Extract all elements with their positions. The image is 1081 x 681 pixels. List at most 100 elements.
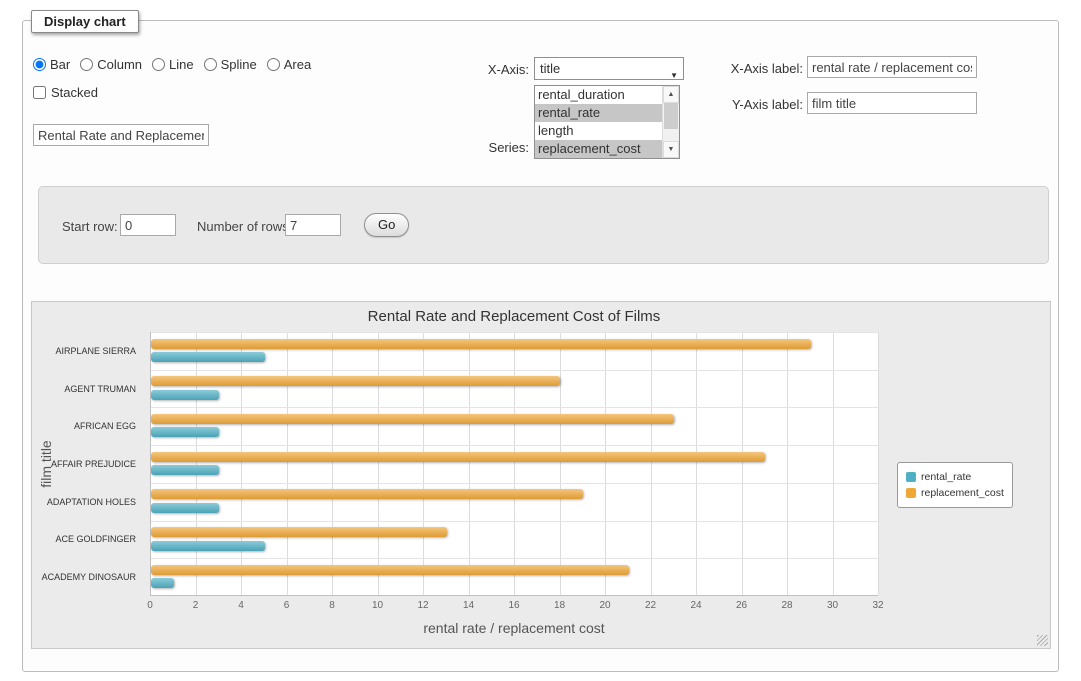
bar-rental_rate — [151, 541, 265, 551]
x-tick-label: 18 — [554, 600, 565, 611]
y-category-label: ACADEMY DINOSAUR — [42, 572, 136, 582]
legend-item-rental_rate[interactable]: rental_rate — [906, 469, 1004, 485]
chart-legend: rental_rate replacement_cost — [897, 462, 1013, 508]
legend-label: replacement_cost — [921, 487, 1004, 499]
scroll-thumb[interactable] — [664, 103, 678, 129]
xaxis-select[interactable]: title ▼ — [534, 57, 684, 80]
gridline — [287, 332, 288, 595]
chart-type-radio-column[interactable]: Column — [80, 57, 142, 72]
gridline — [651, 332, 652, 595]
x-tick-label: 4 — [238, 600, 244, 611]
bar-rental_rate — [151, 427, 219, 437]
bar-rental_rate — [151, 578, 174, 588]
gridline — [196, 332, 197, 595]
x-tick-label: 30 — [827, 600, 838, 611]
bar-replacement_cost — [151, 339, 811, 349]
x-tick-label: 6 — [284, 600, 290, 611]
radio-bar[interactable] — [33, 58, 46, 71]
gridline — [560, 332, 561, 595]
gridline — [378, 332, 379, 595]
radio-spline[interactable] — [204, 58, 217, 71]
x-tick-label: 12 — [417, 600, 428, 611]
bar-replacement_cost — [151, 414, 674, 424]
xaxis-select-label: X-Axis: — [463, 62, 529, 77]
scroll-up-icon[interactable]: ▲ — [663, 86, 679, 103]
scroll-down-icon[interactable]: ▼ — [663, 141, 679, 158]
radio-area[interactable] — [267, 58, 280, 71]
gridline — [742, 332, 743, 595]
x-tick-label: 28 — [781, 600, 792, 611]
category-gridline — [151, 332, 878, 333]
x-tick-label: 10 — [372, 600, 383, 611]
y-category-label: AFRICAN EGG — [74, 421, 136, 431]
row-controls-panel: Start row: Number of rows: Go — [38, 186, 1049, 264]
series-options: rental_durationrental_ratelengthreplacem… — [535, 86, 679, 158]
x-tick-label: 20 — [599, 600, 610, 611]
chart-type-radio-area[interactable]: Area — [267, 57, 311, 72]
xaxis-caption-label: X-Axis label: — [715, 61, 803, 76]
series-option-rental_duration[interactable]: rental_duration — [535, 86, 662, 104]
chart-type-radio-group: Bar Column Line Spline Area — [33, 57, 311, 72]
category-gridline — [151, 483, 878, 484]
gridline — [469, 332, 470, 595]
start-row-label: Start row: — [62, 219, 118, 234]
radio-label: Area — [284, 57, 311, 72]
x-tick-label: 26 — [736, 600, 747, 611]
chart-type-radio-bar[interactable]: Bar — [33, 57, 70, 72]
dropdown-arrow-icon: ▼ — [670, 65, 678, 86]
stacked-checkbox-row[interactable]: Stacked — [33, 85, 98, 100]
bar-replacement_cost — [151, 565, 629, 575]
x-tick-label: 8 — [329, 600, 335, 611]
start-row-input[interactable] — [120, 214, 176, 236]
gridline — [605, 332, 606, 595]
category-gridline — [151, 445, 878, 446]
x-tick-label: 22 — [645, 600, 656, 611]
xaxis-caption-input[interactable] — [807, 56, 977, 78]
radio-label: Bar — [50, 57, 70, 72]
num-rows-label: Number of rows: — [197, 219, 292, 234]
bar-rental_rate — [151, 390, 219, 400]
bar-replacement_cost — [151, 376, 560, 386]
resize-handle-icon[interactable] — [1037, 635, 1048, 646]
chart-type-radio-line[interactable]: Line — [152, 57, 194, 72]
radio-label: Column — [97, 57, 142, 72]
y-category-label: ADAPTATION HOLES — [47, 497, 136, 507]
chart-type-radio-spline[interactable]: Spline — [204, 57, 257, 72]
x-tick-label: 14 — [463, 600, 474, 611]
bar-replacement_cost — [151, 452, 765, 462]
series-option-rental_rate[interactable]: rental_rate — [535, 104, 662, 122]
y-category-label: ACE GOLDFINGER — [55, 534, 136, 544]
x-tick-label: 24 — [690, 600, 701, 611]
listbox-scrollbar[interactable]: ▲ ▼ — [662, 86, 679, 158]
x-tick-label: 32 — [872, 600, 883, 611]
legend-swatch-icon — [906, 472, 916, 482]
y-category-label: AIRPLANE SIERRA — [55, 346, 136, 356]
category-gridline — [151, 407, 878, 408]
gridline — [878, 332, 879, 595]
legend-item-replacement_cost[interactable]: replacement_cost — [906, 485, 1004, 501]
yaxis-caption-input[interactable] — [807, 92, 977, 114]
y-category-label: AGENT TRUMAN — [64, 384, 136, 394]
series-option-length[interactable]: length — [535, 122, 662, 140]
x-tick-label: 2 — [193, 600, 199, 611]
stacked-label: Stacked — [51, 85, 98, 100]
display-chart-panel: Display chart BarColumnLineSplineArea St… — [22, 20, 1059, 672]
radio-column[interactable] — [80, 58, 93, 71]
series-option-replacement_cost[interactable]: replacement_cost — [535, 140, 662, 158]
gridline — [423, 332, 424, 595]
yaxis-caption-label: Y-Axis label: — [715, 97, 803, 112]
bar-rental_rate — [151, 352, 265, 362]
chart-title-input[interactable] — [33, 124, 209, 146]
series-listbox[interactable]: rental_durationrental_ratelengthreplacem… — [534, 85, 680, 159]
gridline — [241, 332, 242, 595]
radio-label: Line — [169, 57, 194, 72]
category-gridline — [151, 521, 878, 522]
plot-area — [150, 332, 878, 596]
stacked-checkbox[interactable] — [33, 86, 46, 99]
category-gridline — [151, 558, 878, 559]
x-axis-title: rental rate / replacement cost — [150, 620, 878, 636]
num-rows-input[interactable] — [285, 214, 341, 236]
radio-line[interactable] — [152, 58, 165, 71]
go-button[interactable]: Go — [364, 213, 409, 237]
x-tick-label: 16 — [508, 600, 519, 611]
